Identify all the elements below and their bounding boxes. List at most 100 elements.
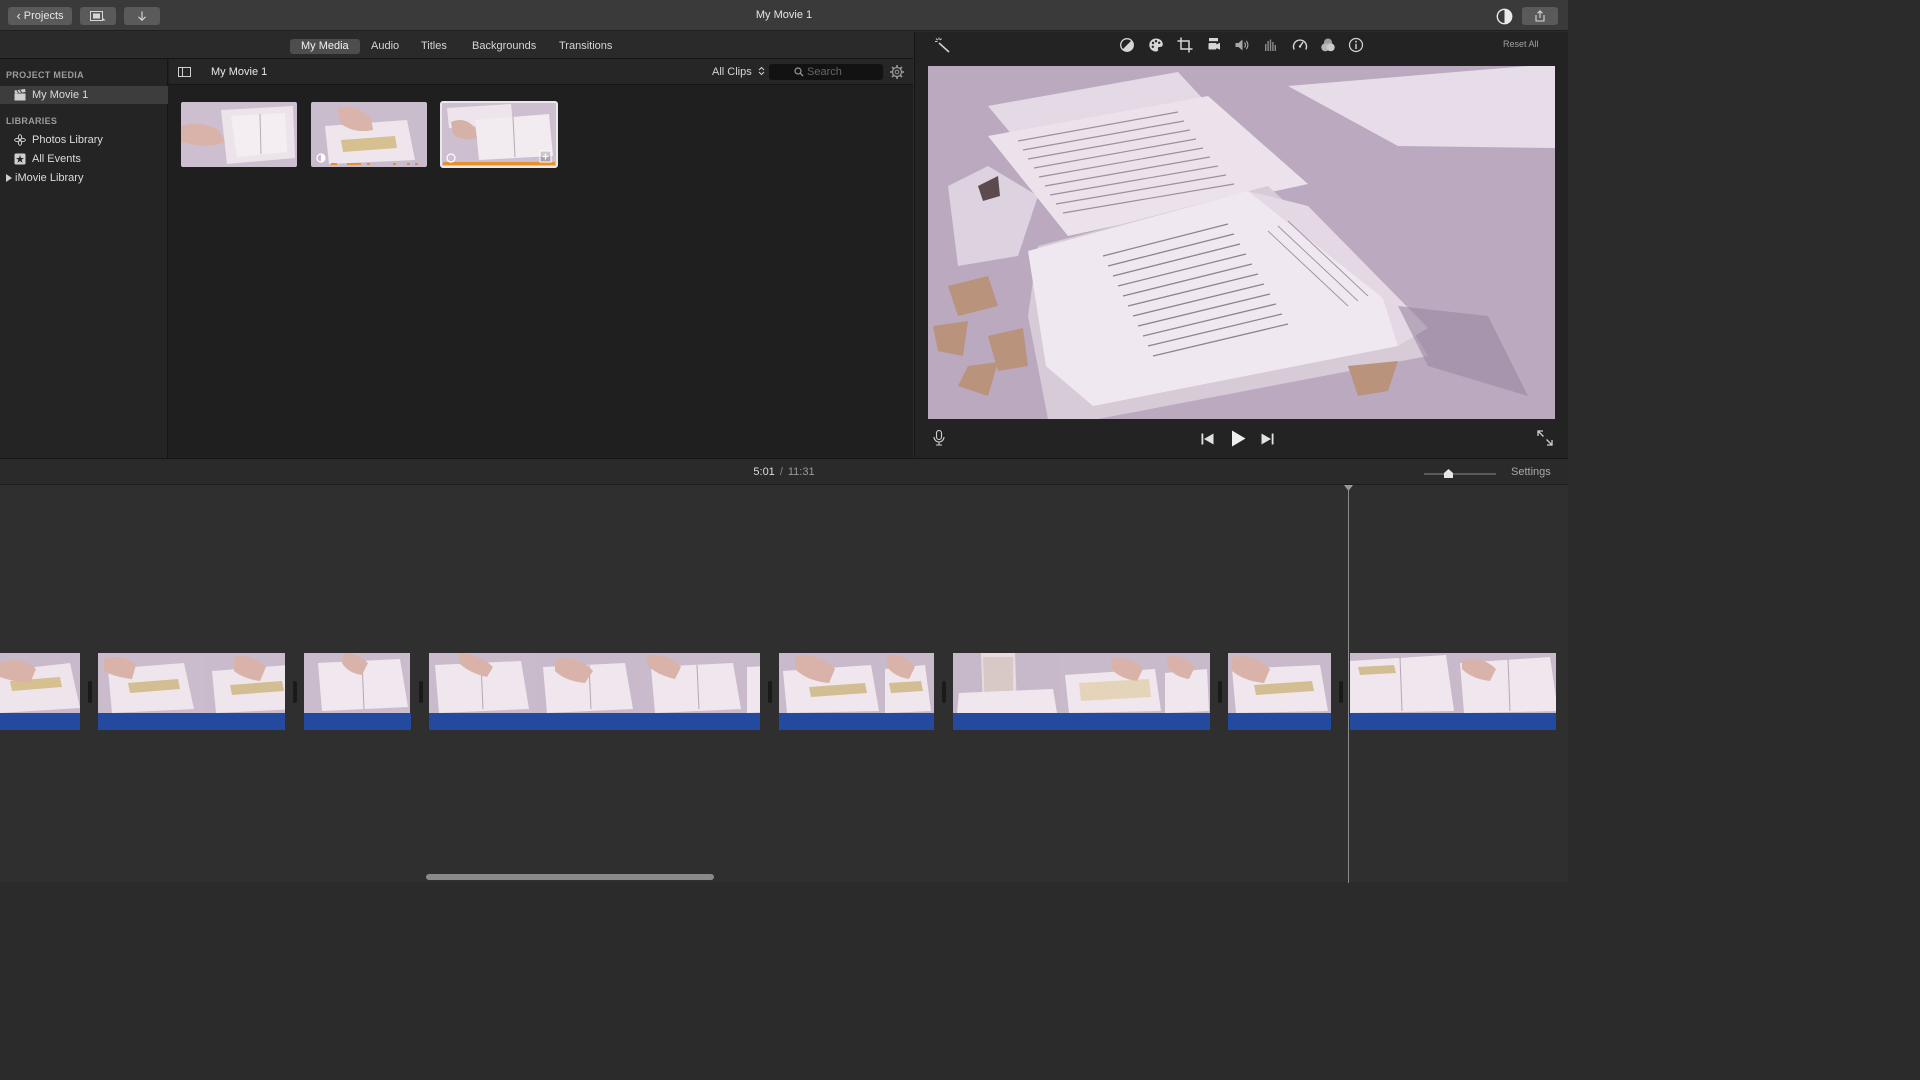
contrast-icon[interactable]: [1496, 8, 1513, 25]
clip-trim-handle[interactable]: [768, 681, 772, 703]
sidebar-item-label: My Movie 1: [32, 89, 89, 101]
tab-transitions[interactable]: Transitions: [548, 39, 623, 54]
tab-titles[interactable]: Titles: [410, 39, 458, 54]
zoom-slider-track[interactable]: [1424, 473, 1496, 475]
clip-frame: [535, 653, 641, 713]
project-media-header: PROJECT MEDIA: [6, 70, 84, 80]
libraries-sidebar: PROJECT MEDIA My Movie 1 LIBRARIES Photo…: [0, 59, 168, 458]
sidebar-toggle-icon[interactable]: [178, 67, 191, 77]
clip-frame: [204, 653, 285, 713]
clip-frame: [0, 653, 80, 713]
clip-frame: [1456, 653, 1556, 713]
media-clip-thumbnail[interactable]: [181, 102, 297, 167]
timeline-clip[interactable]: [1228, 653, 1331, 730]
media-clip-thumbnail-selected[interactable]: [440, 101, 558, 168]
clip-filter-icon[interactable]: [1320, 37, 1336, 53]
noise-reduction-icon[interactable]: [1263, 37, 1279, 53]
stabilization-icon[interactable]: [1206, 37, 1222, 53]
skip-forward-icon[interactable]: [1261, 433, 1274, 445]
clip-frame: [953, 653, 1059, 713]
viewer-panel: Reset All: [914, 32, 1568, 458]
clip-trim-handle[interactable]: [293, 681, 297, 703]
magic-wand-icon[interactable]: [935, 37, 951, 53]
timeline-settings-button[interactable]: Settings: [1511, 459, 1551, 485]
clapperboard-icon: [14, 89, 26, 101]
audio-waveform: [1228, 713, 1331, 730]
timeline-clip[interactable]: [304, 653, 411, 730]
clip-frame: [1350, 653, 1456, 713]
clip-frame: [304, 653, 410, 713]
timeline-header: 5:01 / 11:31 Settings: [0, 459, 1568, 485]
timeline-clip[interactable]: [779, 653, 934, 730]
fullscreen-icon[interactable]: [1537, 430, 1553, 446]
search-field[interactable]: [769, 64, 883, 80]
clip-frame: [747, 653, 760, 713]
projects-button-label: Projects: [23, 10, 64, 22]
skip-back-icon[interactable]: [1201, 433, 1214, 445]
search-input[interactable]: [807, 65, 877, 79]
share-button[interactable]: [1522, 7, 1558, 25]
sidebar-item-my-movie[interactable]: My Movie 1: [0, 86, 168, 104]
sidebar-item-photos-library[interactable]: Photos Library: [0, 131, 168, 149]
tab-my-media[interactable]: My Media: [290, 39, 360, 54]
media-clip-thumbnail[interactable]: [311, 102, 427, 167]
clip-filter-dropdown[interactable]: All Clips: [712, 59, 765, 85]
clip-filter-value: All Clips: [712, 66, 752, 78]
microphone-icon[interactable]: [933, 430, 945, 446]
sidebar-item-label: All Events: [32, 153, 81, 165]
clip-frame: [1165, 653, 1210, 713]
zoom-slider-knob[interactable]: [1443, 468, 1454, 479]
timeline-clip[interactable]: [1350, 653, 1556, 730]
horizontal-scrollbar[interactable]: [426, 874, 714, 880]
playhead[interactable]: [1348, 486, 1349, 883]
sidebar-item-label: iMovie Library: [15, 172, 84, 184]
content-title: My Movie 1: [211, 66, 268, 78]
total-duration: 11:31: [787, 466, 815, 478]
gear-icon[interactable]: [889, 64, 905, 80]
reset-all-button[interactable]: Reset All: [1503, 39, 1539, 49]
clip-trim-handle[interactable]: [88, 681, 92, 703]
volume-icon[interactable]: [1234, 37, 1250, 53]
libraries-header: LIBRARIES: [6, 116, 58, 126]
audio-waveform: [304, 713, 411, 730]
tab-backgrounds[interactable]: Backgrounds: [461, 39, 547, 54]
clip-frame: [98, 653, 204, 713]
timeline-clip[interactable]: [98, 653, 285, 730]
play-icon[interactable]: [1231, 430, 1246, 447]
star-event-icon: [14, 153, 26, 165]
import-arrow-icon: [138, 11, 146, 21]
window-title: My Movie 1: [755, 9, 813, 21]
audio-waveform: [98, 713, 285, 730]
speed-icon[interactable]: [1292, 37, 1308, 53]
media-browser-toggle-button[interactable]: [80, 7, 116, 25]
clip-trim-handle[interactable]: [942, 681, 946, 703]
audio-waveform: [779, 713, 934, 730]
clip-trim-handle[interactable]: [419, 681, 423, 703]
audio-waveform: [1350, 713, 1556, 730]
clip-trim-handle[interactable]: [1218, 681, 1222, 703]
clip-frame: [885, 653, 934, 713]
disclosure-triangle-icon[interactable]: [6, 174, 12, 182]
info-icon[interactable]: [1348, 37, 1364, 53]
clip-frame: [429, 653, 535, 713]
import-button[interactable]: [124, 7, 160, 25]
clip-frame-image: [181, 102, 297, 167]
chevron-left-icon: ‹: [16, 8, 21, 23]
color-balance-icon[interactable]: [1119, 37, 1135, 53]
clip-frame-image: [441, 102, 557, 167]
timeline-clip[interactable]: [429, 653, 760, 730]
color-correction-icon[interactable]: [1148, 37, 1164, 53]
timeline[interactable]: 5:01 / 11:31 Settings: [0, 458, 1568, 883]
tab-audio[interactable]: Audio: [360, 39, 410, 54]
preview-frame-image: [928, 66, 1555, 419]
clip-trim-handle[interactable]: [1339, 681, 1343, 703]
timeline-clip[interactable]: [953, 653, 1210, 730]
crop-icon[interactable]: [1177, 37, 1193, 53]
audio-waveform: [953, 713, 1210, 730]
sidebar-item-all-events[interactable]: All Events: [0, 150, 168, 168]
clip-frame: [641, 653, 747, 713]
clip-frame: [779, 653, 885, 713]
projects-button[interactable]: ‹ Projects: [8, 7, 72, 25]
sidebar-item-imovie-library[interactable]: iMovie Library: [0, 169, 168, 187]
timeline-clip[interactable]: [0, 653, 80, 730]
